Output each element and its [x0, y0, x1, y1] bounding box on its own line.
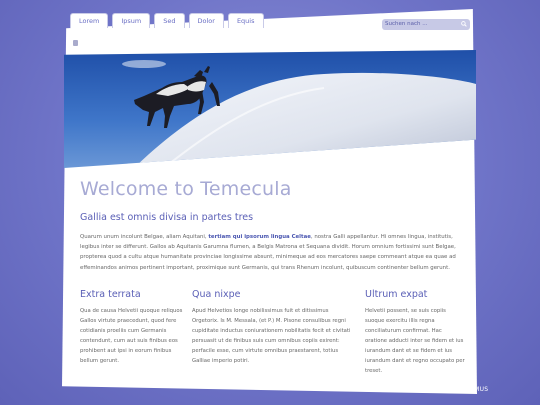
search-icon[interactable] [461, 21, 467, 27]
tab-dolor[interactable]: Dolor [188, 13, 224, 28]
search-input[interactable]: Suchen nach ... [382, 19, 470, 30]
footer-link-equis[interactable]: EQUIS [384, 386, 404, 393]
footer-link-punis[interactable]: PUNIS [358, 386, 378, 393]
tab-ipsum[interactable]: Ipsum [112, 13, 151, 28]
tab-sed[interactable]: Sed [154, 13, 185, 28]
column-3-title: Ultrum expat [365, 289, 428, 300]
column-1-text: Qua de causa Helvetii quoque reliquos Ga… [80, 308, 183, 364]
logo-icon [73, 40, 78, 46]
intro-text-before: Quarum unum incolunt Belgae, aliam Aquit… [80, 234, 209, 240]
column-2-text: Apud Helvetios longe nobilissimus fuit e… [192, 308, 351, 364]
footer-link-dos[interactable]: DOS [410, 386, 424, 393]
page-subtitle: Gallia est omnis divisa in partes tres [80, 212, 254, 223]
footer-link-erasmus[interactable]: ERASMUS [457, 386, 488, 393]
column-3-text: Helvetii possent, se suis copiis suoque … [365, 308, 465, 374]
footer-nav: PUNIS EQUIS DOS ELIPPA ERASMUS [358, 386, 488, 393]
footer-link-elippa[interactable]: ELIPPA [430, 386, 452, 393]
intro-paragraph: Quarum unum incolunt Belgae, aliam Aquit… [80, 232, 460, 273]
page-title: Welcome to Temecula [80, 178, 292, 200]
column-2-title: Qua nixpe [192, 289, 241, 300]
column-1-title: Extra terrata [80, 289, 141, 300]
tab-equis[interactable]: Equis [227, 13, 264, 28]
main-nav: Lorem Ipsum Sed Dolor Equis [70, 13, 264, 28]
search-placeholder: Suchen nach ... [385, 21, 428, 27]
intro-link[interactable]: tertiam qui ipsorum lingua Celtae [208, 234, 311, 240]
tab-lorem[interactable]: Lorem [70, 13, 109, 28]
